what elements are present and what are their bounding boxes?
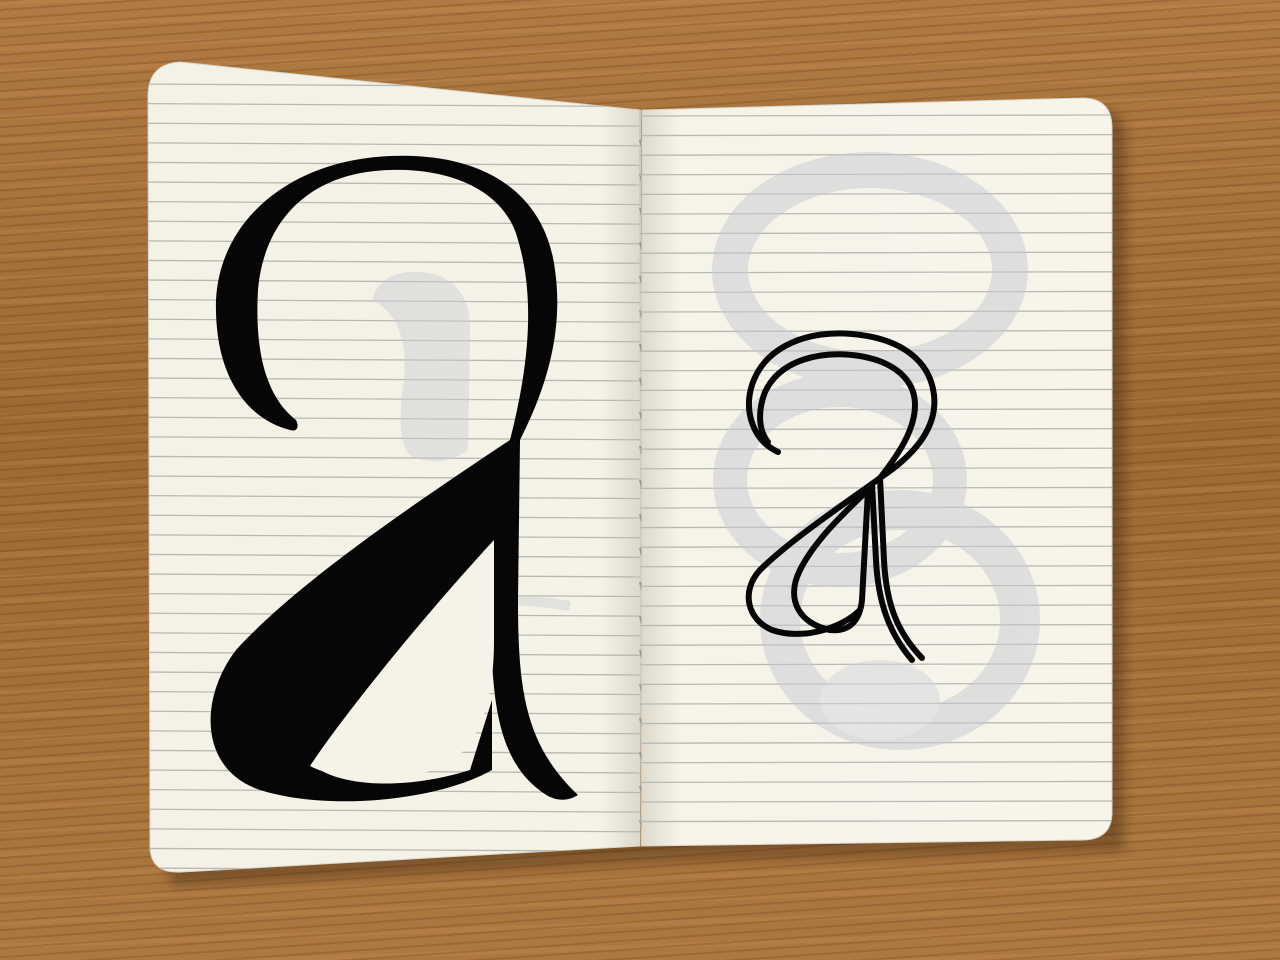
notebook-photo (147, 61, 1126, 886)
left-page (147, 61, 641, 873)
right-page (640, 97, 1113, 847)
